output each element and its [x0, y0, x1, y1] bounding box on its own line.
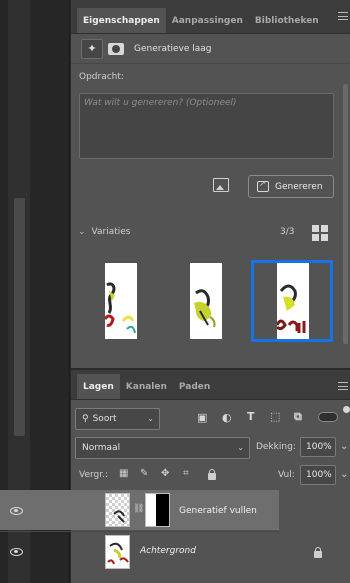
lock-all-icon[interactable]: [208, 469, 216, 480]
filter-toggle[interactable]: [318, 412, 338, 422]
tab-paden[interactable]: Paden: [173, 374, 216, 399]
opacity-field[interactable]: 100%: [300, 437, 336, 457]
reference-image-icon[interactable]: [213, 178, 229, 192]
panel-menu-icon[interactable]: [338, 12, 348, 20]
layer-thumbnail: [105, 535, 130, 569]
properties-scrollbar[interactable]: [343, 84, 348, 344]
smart-object-filter-icon[interactable]: ⧉: [294, 410, 302, 424]
visibility-eye-icon[interactable]: [10, 548, 23, 556]
chain-link-icon[interactable]: ⛓: [133, 504, 144, 514]
lock-transparent-icon[interactable]: ▦: [119, 468, 128, 479]
fill-field[interactable]: 100%: [300, 465, 336, 485]
prompt-label: Opdracht:: [79, 72, 124, 82]
tab-bibliotheken[interactable]: Bibliotheken: [249, 8, 325, 33]
layers-tabbar: Lagen Kanalen Paden: [71, 370, 350, 400]
type-filter-icon[interactable]: T: [247, 410, 255, 423]
opacity-value: 100%: [306, 442, 332, 452]
variation-3-image: [277, 284, 306, 333]
layers-menu-icon[interactable]: [338, 382, 348, 390]
visibility-eye-icon[interactable]: [10, 507, 23, 515]
variations-header[interactable]: ⌄ Variaties: [78, 227, 131, 237]
mask-white-area: [146, 494, 156, 526]
adjustment-filter-icon[interactable]: ◐: [222, 411, 232, 424]
opacity-label: Dekking:: [256, 442, 296, 452]
shape-filter-icon[interactable]: ⬚: [270, 410, 280, 423]
tab-eigenschappen[interactable]: Eigenschappen: [77, 8, 166, 33]
properties-tabbar: Eigenschappen Aanpassingen Bibliotheken: [71, 0, 350, 34]
background-thumb-image: [107, 542, 129, 565]
layer-name-achtergrond[interactable]: Achtergrond: [140, 546, 196, 556]
chevron-down-icon: ⌄: [147, 414, 154, 423]
filter-toggle-knob: [343, 406, 350, 413]
variations-count: 3/3: [280, 227, 295, 237]
blend-mode-select[interactable]: Normaal ⌄: [75, 437, 250, 459]
search-icon: ⚲: [82, 414, 89, 424]
chevron-down-icon: ⌄: [237, 443, 244, 452]
layer-lock-icon[interactable]: [314, 547, 322, 558]
tab-lagen[interactable]: Lagen: [77, 374, 120, 399]
fill-label: Vul:: [278, 470, 295, 480]
image-filter-icon[interactable]: ▣: [197, 411, 207, 424]
chevron-down-icon[interactable]: ⌄: [340, 469, 348, 480]
layer-name-generatief-vullen[interactable]: Generatief vullen: [179, 506, 257, 516]
generate-icon: [257, 179, 269, 192]
blend-mode-value: Normaal: [82, 443, 121, 453]
tab-kanalen[interactable]: Kanalen: [120, 374, 173, 399]
lock-label: Vergr.:: [79, 470, 109, 480]
variation-thumbnail-2[interactable]: [190, 263, 222, 339]
properties-header: ✦ Generatieve laag: [71, 34, 350, 64]
grid-view-icon[interactable]: [312, 225, 328, 241]
variation-thumbnail-3[interactable]: [277, 263, 309, 339]
layer-type-label: Generatieve laag: [134, 43, 212, 54]
lock-pixels-icon[interactable]: ✎: [140, 468, 148, 479]
mask-icon[interactable]: [108, 42, 124, 55]
chevron-down-icon[interactable]: ⌄: [78, 227, 86, 237]
generate-button-label: Genereren: [275, 181, 323, 192]
lock-position-icon[interactable]: ✥: [161, 468, 169, 479]
layer-mask-thumbnail[interactable]: [145, 493, 170, 527]
fill-value: 100%: [306, 470, 332, 480]
generative-fill-icon[interactable]: ✦: [81, 38, 103, 59]
variations-label: Variaties: [91, 227, 131, 237]
variation-1-image: [105, 282, 136, 334]
layer-filter-value: Soort: [92, 414, 117, 424]
layer-filter-select[interactable]: ⚲ Soort ⌄: [75, 408, 160, 430]
canvas-scrollbar[interactable]: [14, 198, 25, 436]
lock-artboard-icon[interactable]: ⌗: [183, 468, 189, 479]
variation-2-image: [194, 289, 216, 328]
generative-thumb-image: [113, 510, 125, 523]
tab-aanpassingen[interactable]: Aanpassingen: [166, 8, 249, 33]
prompt-input[interactable]: Wat wilt u genereren? (Optioneel): [79, 93, 334, 159]
layer-thumbnail: [105, 493, 130, 527]
generate-button[interactable]: Genereren: [248, 175, 334, 198]
variation-thumbnail-1[interactable]: [105, 263, 137, 339]
chevron-down-icon[interactable]: ⌄: [340, 441, 348, 452]
